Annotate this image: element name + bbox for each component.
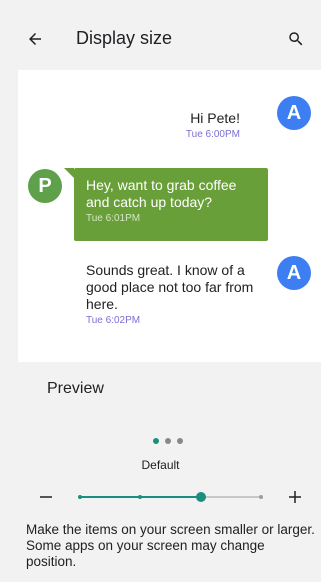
message-incoming-1: Hey, want to grab coffee and catch up to… (74, 168, 268, 241)
message-text: Hey, want to grab coffee and catch up to… (86, 177, 237, 210)
search-icon (289, 32, 303, 46)
slider-tick (259, 495, 263, 499)
preview-label: Preview (47, 380, 104, 397)
size-description: Make the items on your screen smaller or… (26, 522, 315, 569)
bubble-tail (64, 168, 74, 178)
search-button[interactable] (281, 24, 311, 54)
avatar: P (28, 169, 62, 203)
message-text: Sounds great. I know of a good place not… (86, 262, 254, 312)
slider-tick (138, 495, 143, 499)
display-size-screen: Display size Hi Pete! Tue 6:00PM A P Hey… (0, 0, 321, 582)
increase-size-button[interactable] (285, 487, 305, 507)
size-level-label: Default (141, 458, 180, 472)
page-dot[interactable] (153, 438, 159, 444)
page-title: Display size (76, 28, 173, 48)
page-dot[interactable] (165, 438, 171, 444)
avatar-letter: P (38, 174, 52, 197)
message-time: Tue 6:00PM (185, 129, 240, 140)
size-slider[interactable] (78, 490, 263, 504)
avatar: A (277, 96, 311, 130)
plus-icon (289, 491, 301, 503)
slider-tick (78, 495, 82, 499)
avatar-letter: A (286, 261, 302, 284)
message-outgoing-2: Sounds great. I know of a good place not… (86, 262, 266, 326)
app-bar: Display size (0, 0, 321, 78)
back-button[interactable] (20, 24, 50, 54)
avatar: A (277, 256, 311, 290)
avatar-letter: A (286, 101, 302, 124)
arrow-back-icon (29, 33, 41, 45)
slider-thumb[interactable] (195, 492, 206, 502)
page-dot[interactable] (177, 438, 183, 444)
decrease-size-button[interactable] (36, 487, 56, 507)
minus-icon (40, 496, 52, 498)
message-outgoing-1: Hi Pete! Tue 6:00PM (186, 110, 240, 140)
message-time: Tue 6:01PM (86, 213, 141, 224)
message-time: Tue 6:02PM (86, 315, 141, 326)
message-text: Hi Pete! (190, 110, 240, 126)
preview-page-indicator (153, 438, 183, 444)
